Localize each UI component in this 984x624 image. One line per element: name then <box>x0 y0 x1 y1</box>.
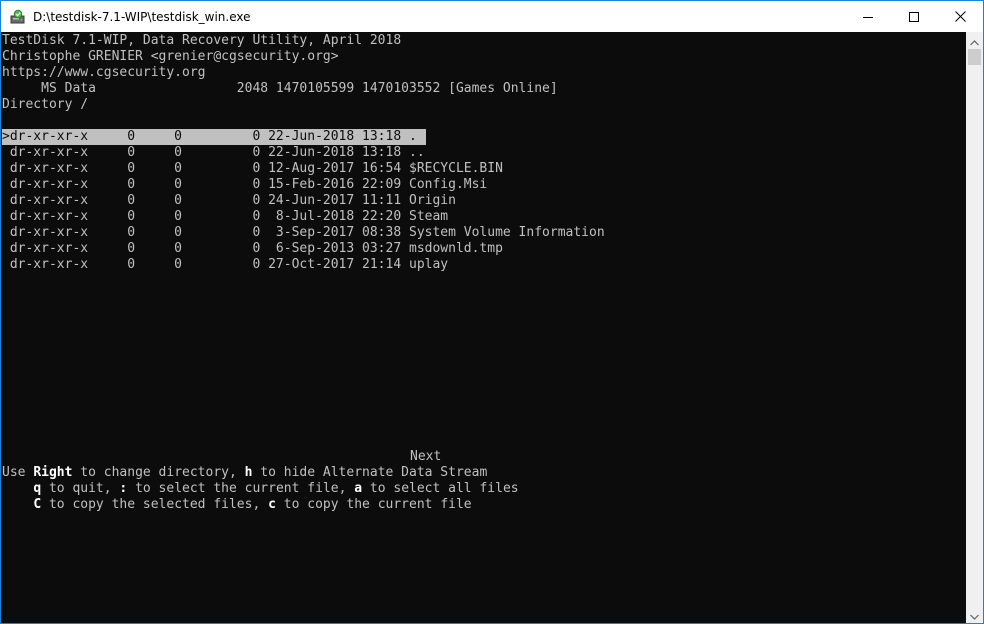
title-bar[interactable]: D:\testdisk-7.1-WIP\testdisk_win.exe <box>1 1 983 32</box>
file-row[interactable]: dr-xr-xr-x 0 0 0 27-Oct-2017 21:14 uplay <box>2 257 448 273</box>
scroll-down-arrow-icon <box>970 605 979 623</box>
help-text <box>2 497 33 512</box>
help-line-2: q to quit, : to select the current file,… <box>2 481 519 497</box>
key-q: q <box>33 481 42 496</box>
maximize-icon <box>909 7 919 26</box>
maximize-button[interactable] <box>891 1 937 32</box>
help-line-3: C to copy the selected files, c to copy … <box>2 497 472 513</box>
help-text: to hide Alternate Data Stream <box>252 465 488 480</box>
website-line: https://www.cgsecurity.org <box>2 65 206 80</box>
console-output[interactable]: TestDisk 7.1-WIP, Data Recovery Utility,… <box>1 32 966 623</box>
file-row[interactable]: dr-xr-xr-x 0 0 0 22-Jun-2018 13:18 .. <box>2 145 425 161</box>
help-text: to copy the selected files, <box>41 497 269 512</box>
scrollbar-thumb[interactable] <box>968 49 981 65</box>
help-text: to change directory, <box>72 465 245 480</box>
file-row[interactable]: dr-xr-xr-x 0 0 0 15-Feb-2016 22:09 Confi… <box>2 177 487 193</box>
scroll-up-button[interactable] <box>966 32 983 49</box>
close-icon <box>954 7 966 26</box>
minimize-icon <box>863 7 873 26</box>
file-row[interactable]: dr-xr-xr-x 0 0 0 8-Jul-2018 22:20 Steam <box>2 209 448 225</box>
console-window: D:\testdisk-7.1-WIP\testdisk_win.exe Tes… <box>0 0 984 624</box>
vertical-scrollbar[interactable] <box>966 32 983 623</box>
current-directory: Directory / <box>2 97 89 112</box>
file-row[interactable]: dr-xr-xr-x 0 0 0 24-Jun-2017 11:11 Origi… <box>2 193 456 209</box>
help-line-1: Use Right to change directory, h to hide… <box>2 465 487 481</box>
key-C: C <box>33 497 42 512</box>
program-banner: TestDisk 7.1-WIP, Data Recovery Utility,… <box>2 33 402 48</box>
scroll-down-button[interactable] <box>966 606 983 623</box>
help-text: Use <box>2 465 34 480</box>
next-page-link[interactable]: Next <box>410 449 441 465</box>
help-text: to select all files <box>362 481 519 496</box>
close-button[interactable] <box>937 1 983 32</box>
scroll-up-arrow-icon <box>970 31 979 50</box>
help-text: to quit, <box>41 481 120 496</box>
help-text: to select the current file, <box>127 481 355 496</box>
window-title: D:\testdisk-7.1-WIP\testdisk_win.exe <box>33 9 251 24</box>
key-c: c <box>268 497 276 512</box>
help-text <box>2 481 33 496</box>
file-row[interactable]: dr-xr-xr-x 0 0 0 12-Aug-2017 16:54 $RECY… <box>2 161 503 177</box>
help-text: to copy the current file <box>275 497 472 512</box>
testdisk-app-icon <box>10 9 26 25</box>
partition-info: MS Data 2048 1470105599 1470103552 [Game… <box>2 81 558 96</box>
key-right: Right <box>33 465 73 480</box>
minimize-button[interactable] <box>845 1 891 32</box>
file-row-selected[interactable]: >dr-xr-xr-x 0 0 0 22-Jun-2018 13:18 . <box>2 129 426 145</box>
key-a: a <box>354 481 363 496</box>
author-line: Christophe GRENIER <grenier@cgsecurity.o… <box>2 49 339 64</box>
window-controls <box>845 1 983 32</box>
file-row[interactable]: dr-xr-xr-x 0 0 0 6-Sep-2013 03:27 msdown… <box>2 241 503 257</box>
file-row[interactable]: dr-xr-xr-x 0 0 0 3-Sep-2017 08:38 System… <box>2 225 605 241</box>
